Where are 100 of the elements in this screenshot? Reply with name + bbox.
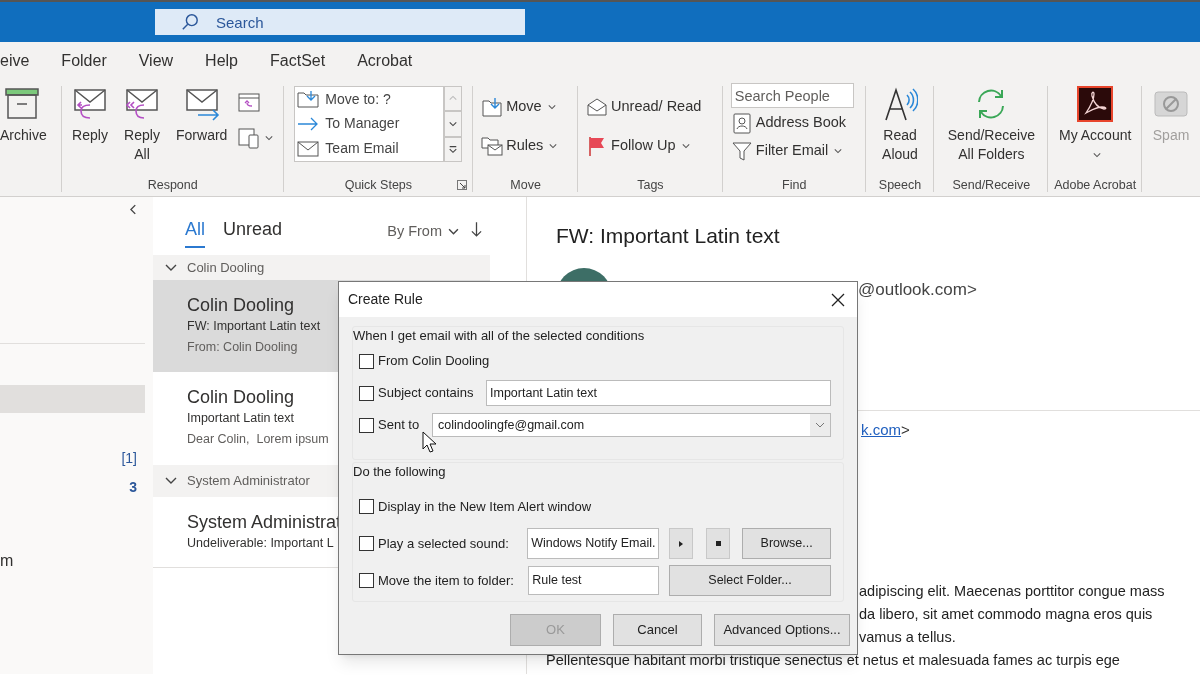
recipient-address: k.com> [861, 420, 911, 440]
chevron-down-icon [1093, 152, 1102, 159]
ribbon-button[interactable]: Follow Up [586, 133, 690, 159]
group-name: System Administrator [187, 472, 310, 491]
calendar-reply-icon[interactable] [237, 90, 262, 114]
group-header[interactable]: Colin Dooling [153, 255, 490, 280]
ribbon-tab[interactable]: Acrobat [357, 49, 413, 73]
folder-envelope-icon [481, 135, 504, 157]
ribbon-button[interactable]: Forward [176, 86, 228, 145]
sender-address: @outlook.com> [858, 279, 977, 301]
text-field[interactable]: Rule test [528, 566, 659, 595]
checkbox[interactable] [359, 417, 374, 433]
folder-arrow-icon [297, 90, 320, 109]
message-preview: From: Colin Dooling [187, 339, 298, 356]
scroll-button[interactable] [444, 136, 463, 162]
unread-count: 3 [129, 477, 137, 497]
folder-arrow-icon [481, 96, 504, 118]
combo-box[interactable]: colindoolingfe@gmail.com [432, 413, 831, 437]
checkbox-label[interactable]: Move the item to folder: [378, 570, 525, 591]
dialog-button[interactable]: Browse... [742, 528, 831, 559]
group-label: Send/Receive [952, 176, 1031, 194]
envelope-icon [297, 139, 320, 158]
quick-step-item[interactable]: Team Email [295, 138, 444, 160]
ribbon-button[interactable]: My Account [1055, 86, 1136, 164]
dialog-launcher-icon[interactable] [457, 180, 468, 190]
group-label: Adobe Acrobat [1054, 176, 1137, 194]
dialog-button[interactable]: Select Folder... [669, 565, 831, 596]
ribbon-button[interactable]: Unread/ Read [586, 94, 702, 120]
calendar-device-icon [237, 126, 262, 150]
ribbon-button[interactable]: Filter Email [730, 138, 843, 164]
reply-icon [72, 86, 108, 122]
archive-box-icon [4, 86, 40, 122]
ribbon-button[interactable]: Address Book [730, 110, 847, 136]
quick-step-item[interactable]: To Manager [295, 113, 444, 135]
folder-name: m [0, 551, 14, 571]
filter-icon [730, 140, 753, 162]
open-envelope-icon [586, 96, 609, 118]
search-field[interactable]: Search [155, 9, 525, 35]
chevron-down-icon [834, 148, 843, 154]
close-icon[interactable] [831, 292, 845, 307]
ribbon-button[interactable]: Move [481, 94, 556, 120]
folder-item[interactable]: [1] [0, 444, 145, 472]
checkbox[interactable] [359, 536, 374, 551]
search-icon [181, 13, 199, 31]
checkbox[interactable] [359, 573, 374, 588]
reply-all-icon [124, 86, 160, 122]
quick-step-item[interactable]: Move to: ? [295, 88, 444, 110]
checkbox-label[interactable]: Sent to [378, 415, 428, 435]
text-field[interactable]: Important Latin text [486, 380, 831, 406]
folder-item[interactable]: m [0, 547, 145, 575]
group-label: Respond [147, 176, 198, 194]
sender-name: Colin Dooling [187, 294, 295, 316]
filter-tab[interactable]: All [185, 213, 205, 248]
checkbox[interactable] [359, 353, 374, 369]
ribbon-button[interactable]: Rules [481, 133, 558, 159]
ribbon-tab[interactable]: Help [205, 49, 238, 73]
sort-direction-icon[interactable] [471, 221, 482, 238]
email-link[interactable]: k.com [861, 421, 901, 438]
section-heading: Do the following [353, 463, 447, 481]
ribbon-button[interactable]: Send/Receive All Folders [941, 86, 1042, 164]
dialog-button[interactable]: Advanced Options... [714, 614, 850, 646]
search-people-field[interactable]: Search People [730, 83, 854, 108]
group-label: Find [782, 176, 807, 194]
ribbon-tab[interactable]: View [138, 49, 174, 73]
chevron-down-icon [448, 228, 459, 236]
ribbon-tab[interactable]: eive [0, 49, 30, 73]
folder-item[interactable]: 3 [0, 473, 145, 501]
message-subject: Important Latin text [187, 410, 294, 427]
text-field[interactable]: Windows Notify Email. [527, 528, 660, 559]
stop-button[interactable] [705, 528, 731, 559]
ribbon-tab[interactable]: FactSet [270, 49, 326, 73]
sort-button[interactable]: By From [387, 221, 459, 243]
ribbon-button[interactable]: Read Aloud [875, 86, 925, 164]
checkbox-label[interactable]: Subject contains [378, 383, 482, 403]
collapse-chevron-icon[interactable] [130, 204, 137, 215]
stop-icon [715, 541, 721, 546]
dialog-button[interactable]: Cancel [613, 614, 702, 646]
chevron-down-icon [681, 143, 690, 149]
address-book-icon [730, 112, 753, 134]
body-text: vamus a tellus. [859, 628, 957, 647]
chevron-down-icon [547, 104, 556, 110]
body-text: adipiscing elit. Maecenas porttitor congue mass [859, 582, 1166, 601]
body-text: da libero, sit amet commodo magna eros quis [859, 605, 1154, 624]
checkbox-label[interactable]: From Colin Dooling [378, 351, 490, 371]
ribbon-button[interactable] [237, 126, 274, 150]
scroll-button[interactable] [444, 111, 463, 137]
ribbon-button[interactable]: Archive [0, 86, 47, 145]
unread-count: [1] [121, 448, 137, 468]
ribbon-tab[interactable]: Folder [61, 49, 107, 73]
filter-tab[interactable]: Unread [223, 213, 283, 248]
ribbon-button[interactable]: Reply [72, 86, 108, 145]
message-subject: Undeliverable: Important L [187, 535, 334, 552]
checkbox[interactable] [359, 385, 374, 401]
sender-name: System Administrat [187, 511, 342, 533]
play-icon [679, 540, 684, 547]
group-label: Speech [878, 176, 922, 194]
group-name: Colin Dooling [187, 258, 265, 277]
checkbox[interactable] [359, 499, 374, 514]
arrow-right-icon [297, 115, 320, 133]
ribbon-button[interactable]: Reply All [118, 86, 166, 164]
